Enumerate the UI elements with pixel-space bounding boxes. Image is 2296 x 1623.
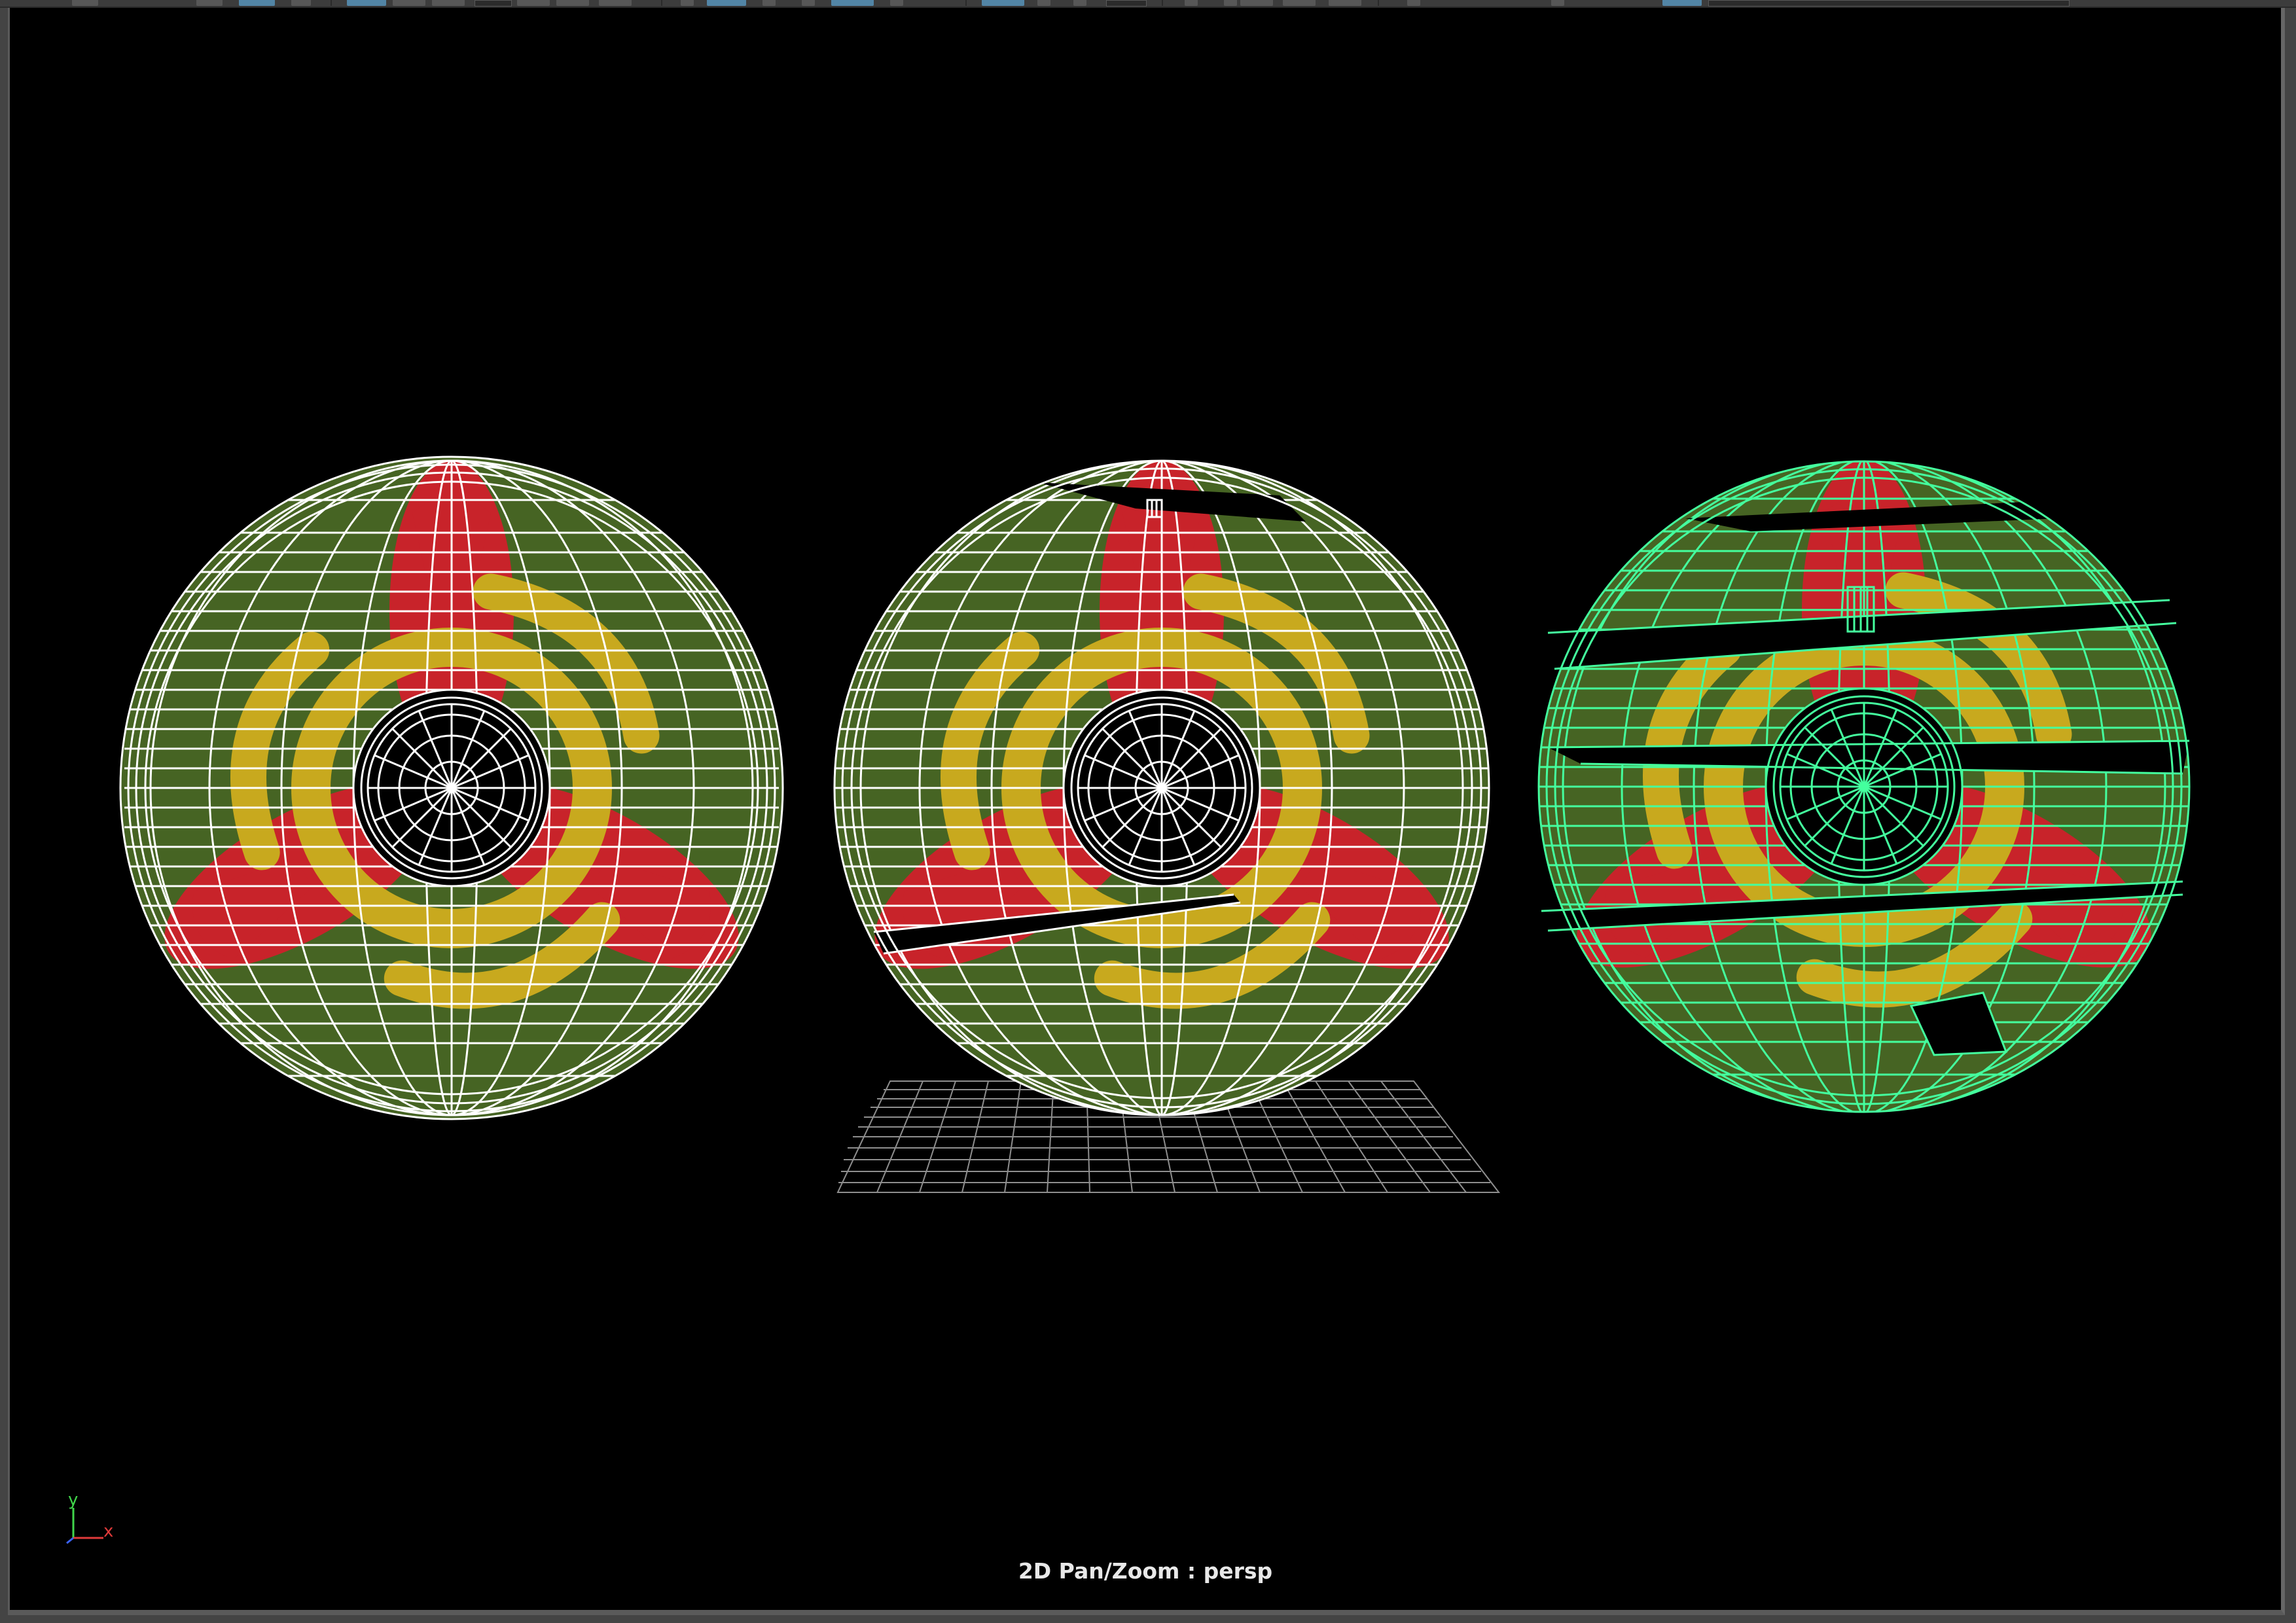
shield-broken[interactable] [1537, 459, 2191, 1114]
y-axis-label: y [68, 1493, 78, 1510]
toolbar-separator [661, 0, 662, 6]
toolbar-field[interactable] [1106, 0, 1147, 7]
camera-label: 2D Pan/Zoom : persp [1018, 1558, 1273, 1584]
toolbar-button[interactable] [890, 0, 903, 6]
toolbar-button[interactable] [1240, 0, 1273, 6]
toolbar-button[interactable] [1283, 0, 1316, 6]
toolbar-button[interactable] [1073, 0, 1086, 6]
toolbar-button[interactable] [1329, 0, 1361, 6]
toolbar-button[interactable] [762, 0, 776, 6]
toolbar-separator [965, 0, 967, 6]
toolbar-button[interactable] [707, 0, 746, 6]
z-axis-line [66, 1537, 74, 1544]
toolbar-button[interactable] [239, 0, 275, 6]
status-toolbar [0, 0, 2296, 8]
scene-canvas[interactable] [10, 8, 2281, 1610]
toolbar-button[interactable] [393, 0, 425, 6]
shield-intact[interactable] [119, 455, 784, 1120]
toolbar-button[interactable] [982, 0, 1024, 6]
toolbar-separator [1162, 0, 1163, 6]
axis-gizmo: y x [66, 1493, 113, 1544]
toolbar-field[interactable] [475, 0, 512, 7]
toolbar-button[interactable] [347, 0, 386, 6]
x-axis-label: x [103, 1522, 113, 1541]
toolbar-button[interactable] [1185, 0, 1198, 6]
toolbar-button[interactable] [1551, 0, 1564, 6]
toolbar-button[interactable] [1037, 0, 1050, 6]
toolbar-button[interactable] [802, 0, 815, 6]
toolbar-button[interactable] [196, 0, 223, 6]
toolbar-separator [331, 0, 332, 6]
toolbar-button[interactable] [517, 0, 550, 6]
toolbar-button[interactable] [681, 0, 694, 6]
toolbar-separator [1378, 0, 1379, 6]
toolbar-button[interactable] [291, 0, 311, 6]
toolbar-button[interactable] [1224, 0, 1237, 6]
toolbar-button[interactable] [72, 0, 98, 6]
maya-window: y x 2D Pan/Zoom : persp [0, 0, 2296, 1623]
toolbar-button[interactable] [1662, 0, 1702, 6]
toolbar-button[interactable] [1407, 0, 1420, 6]
shield-cracked[interactable] [833, 459, 1490, 1116]
toolbar-button[interactable] [599, 0, 632, 6]
toolbar-button[interactable] [432, 0, 465, 6]
toolbar-button[interactable] [556, 0, 589, 6]
perspective-viewport[interactable]: y x 2D Pan/Zoom : persp [8, 8, 2285, 1615]
toolbar-button[interactable] [831, 0, 874, 6]
toolbar-slider[interactable] [1708, 0, 2070, 7]
